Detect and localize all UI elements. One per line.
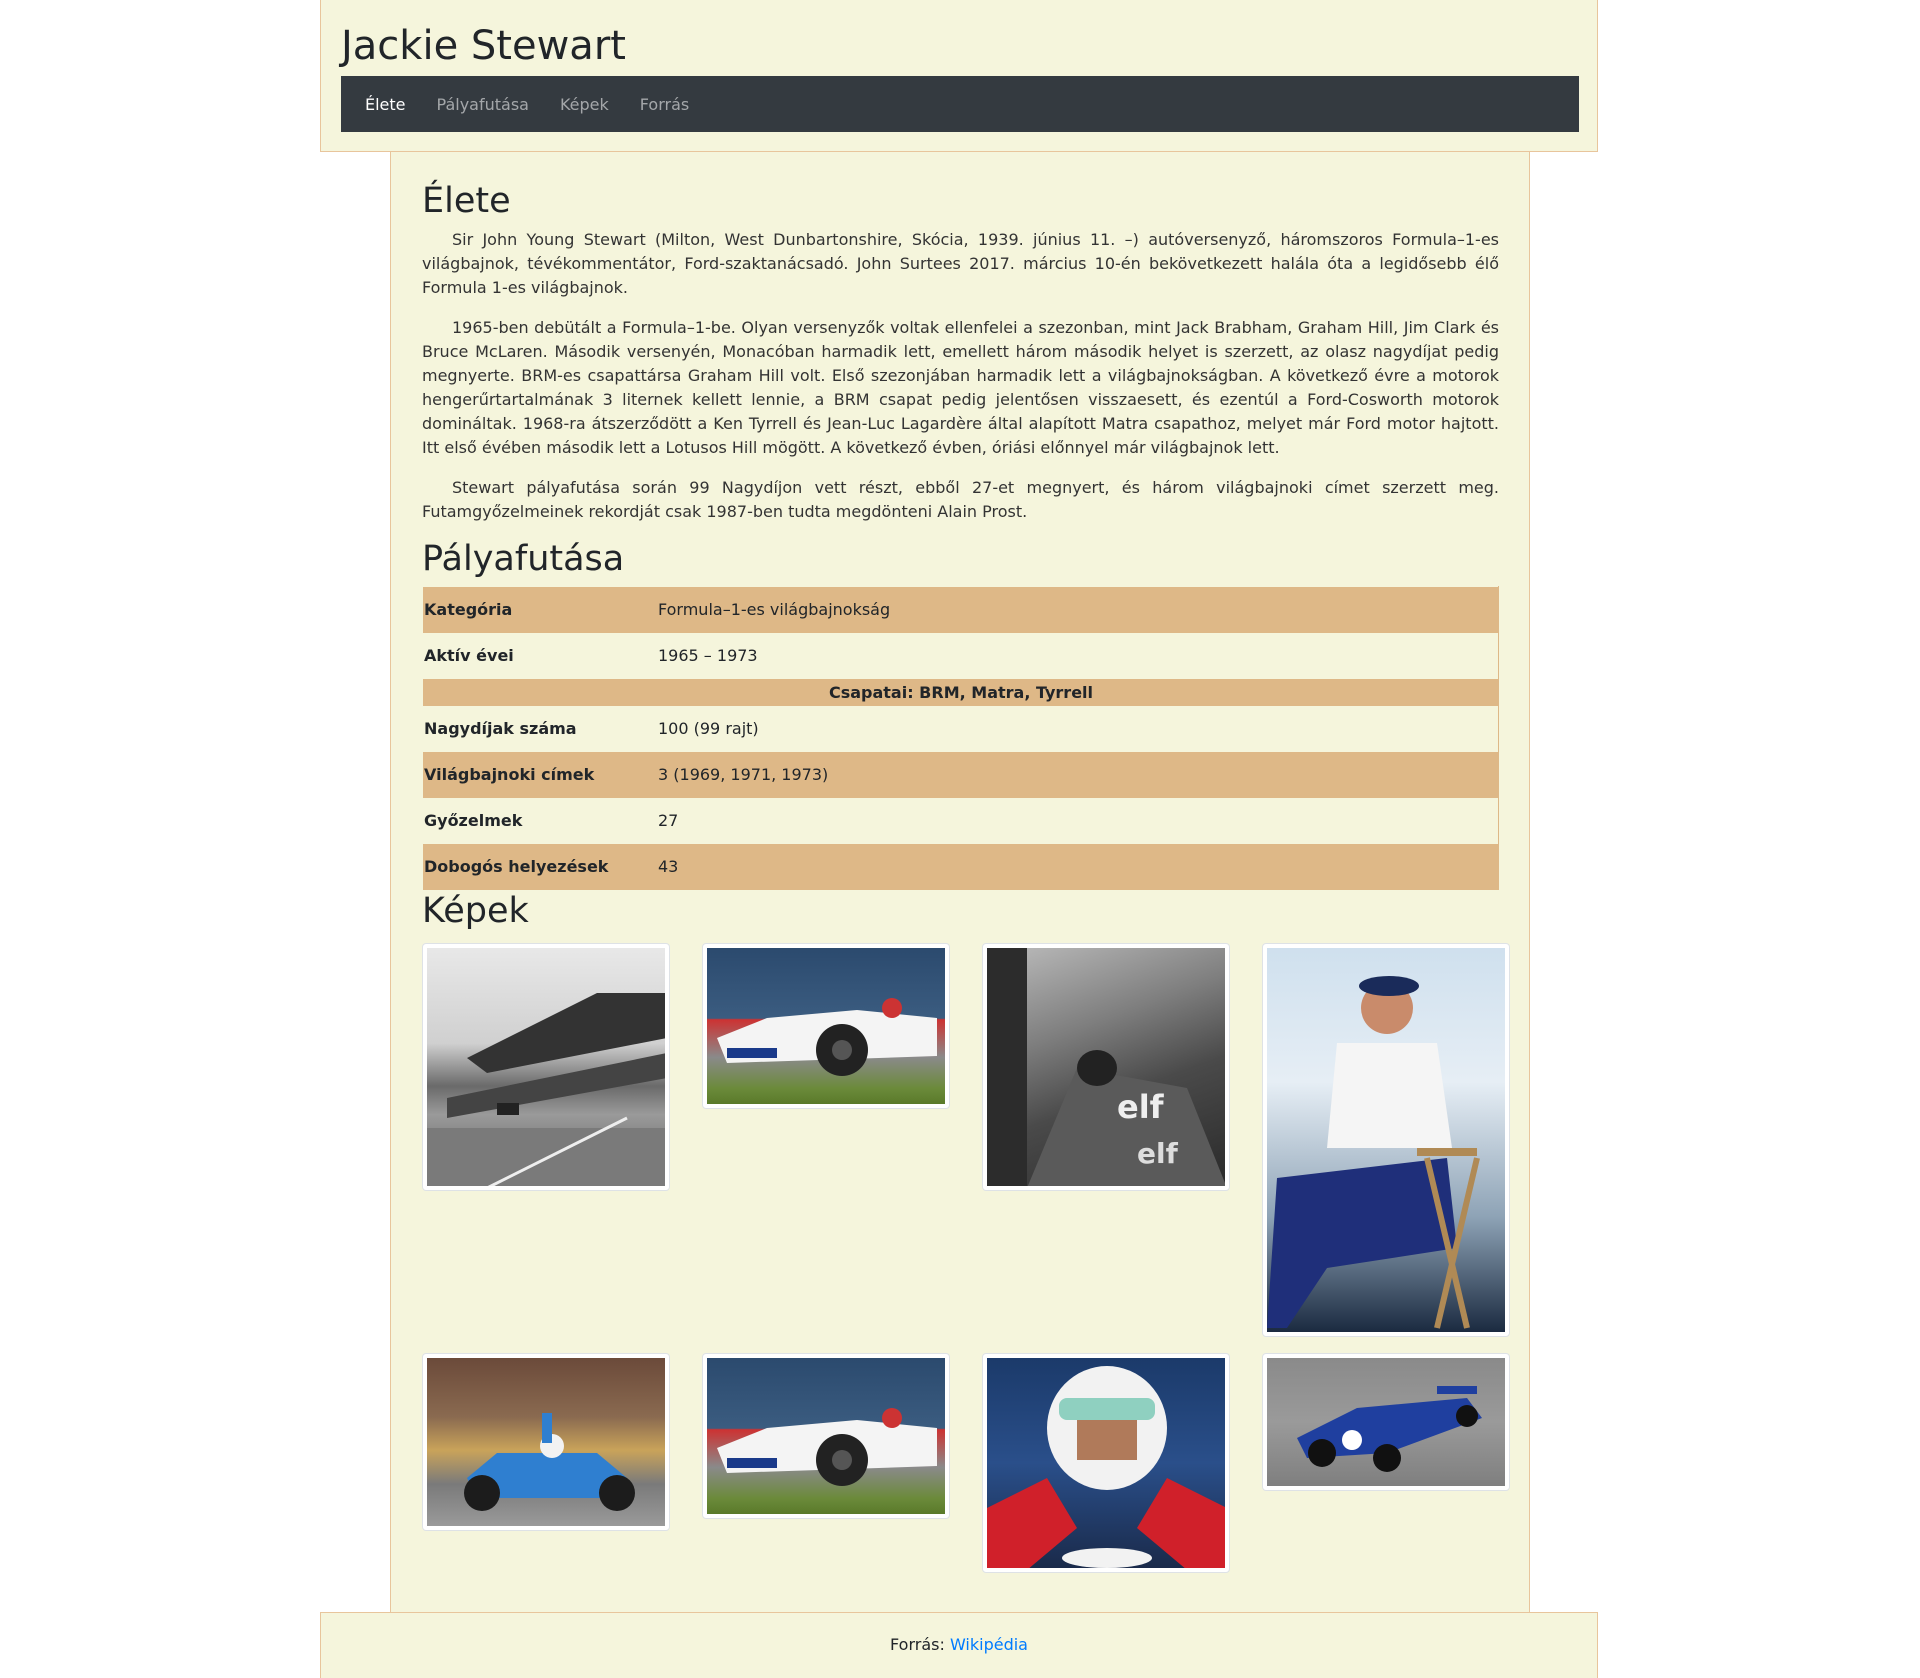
bio-paragraph: Sir John Young Stewart (Milton, West Dun… [422, 230, 1499, 297]
navbar: Élete Pályafutása Képek Forrás [341, 76, 1579, 132]
row-label: Nagydíjak száma [422, 705, 648, 752]
site-title: Jackie Stewart [341, 23, 626, 69]
row-value: 1965 – 1973 [647, 632, 1499, 679]
teams-cell: Csapatai: BRM, Matra, Tyrrell [422, 678, 1499, 706]
row-label: Kategória [422, 586, 648, 633]
nav-link-kepek[interactable]: Képek [553, 95, 616, 114]
row-value: 43 [647, 843, 1499, 890]
nav-link-forras[interactable]: Forrás [633, 95, 696, 114]
photo-stewart-with-microphone[interactable] [1262, 943, 1510, 1337]
table-row: Világbajnoki címek 3 (1969, 1971, 1973) [422, 751, 1499, 798]
section-heading-kepek: Képek [422, 891, 529, 931]
row-value: 27 [647, 797, 1499, 844]
table-row: Győzelmek 27 [422, 797, 1499, 844]
photo-white-f1-car-2[interactable] [702, 1353, 950, 1519]
row-label: Dobogós helyezések [422, 843, 648, 890]
footer-source-label: Forrás: [890, 1635, 945, 1654]
table-row: Dobogós helyezések 43 [422, 843, 1499, 890]
bio-paragraph: 1965-ben debütált a Formula–1-be. Olyan … [422, 318, 1499, 457]
site-footer: Forrás: Wikipédia [320, 1612, 1598, 1678]
table-row: Nagydíjak száma 100 (99 rajt) [422, 705, 1499, 752]
photo-driver-helmet-closeup[interactable] [982, 1353, 1230, 1573]
teams-row: Csapatai: BRM, Matra, Tyrrell [422, 678, 1499, 706]
section-heading-elete: Élete [422, 181, 511, 221]
nav-link-palyafutasa[interactable]: Pályafutása [430, 95, 536, 114]
wikipedia-link[interactable]: Wikipédia [950, 1635, 1028, 1654]
svg-text:elf: elf [1137, 1137, 1179, 1170]
row-label: Győzelmek [422, 797, 648, 844]
row-value: 3 (1969, 1971, 1973) [647, 751, 1499, 798]
main-content: Élete Sir John Young Stewart (Milton, We… [390, 152, 1530, 1612]
section-heading-palyafutasa: Pályafutása [422, 539, 625, 579]
photo-blue-matra-crowd[interactable] [422, 1353, 670, 1531]
table-row: Aktív évei 1965 – 1973 [422, 632, 1499, 679]
photo-white-f1-car[interactable] [702, 943, 950, 1109]
svg-text:elf: elf [1117, 1088, 1165, 1126]
bio-paragraph: Stewart pályafutása során 99 Nagydíjon v… [422, 478, 1499, 521]
row-label: Aktív évei [422, 632, 648, 679]
nav-link-elete[interactable]: Élete [358, 95, 413, 114]
biography: Sir John Young Stewart (Milton, West Dun… [422, 228, 1499, 540]
photo-blue-tyrrell-on-track[interactable] [1262, 1353, 1510, 1491]
table-row: Kategória Formula–1-es világbajnokság [422, 586, 1499, 633]
photo-rainy-grandstand[interactable] [422, 943, 670, 1191]
career-table: Kategória Formula–1-es világbajnokság Ak… [422, 586, 1499, 890]
photo-driver-in-cockpit-bw[interactable]: elf elf [982, 943, 1230, 1191]
row-label: Világbajnoki címek [422, 751, 648, 798]
row-value: Formula–1-es világbajnokság [647, 586, 1499, 633]
site-header: Jackie Stewart Élete Pályafutása Képek F… [320, 0, 1598, 152]
row-value: 100 (99 rajt) [647, 705, 1499, 752]
